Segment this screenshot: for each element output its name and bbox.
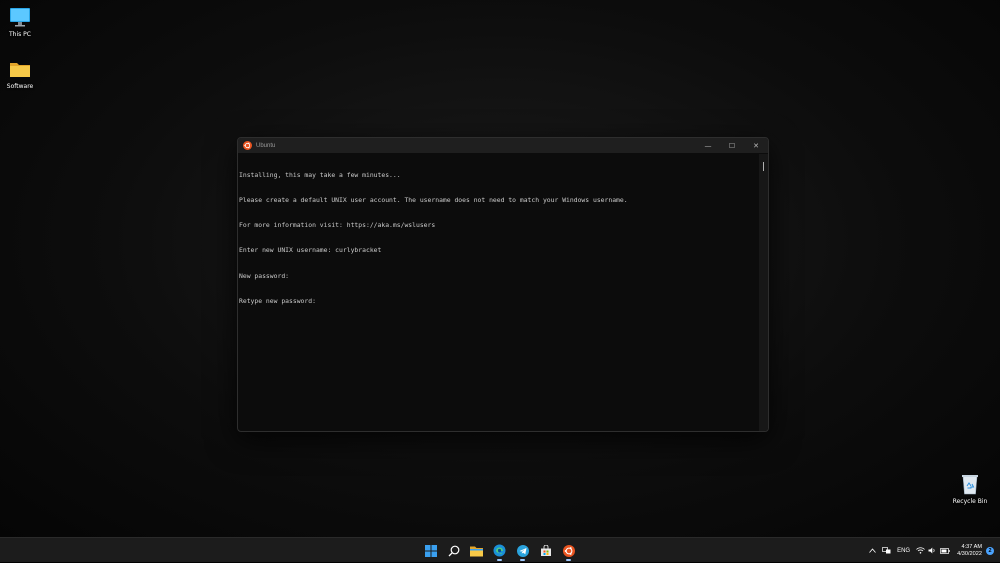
folder-icon xyxy=(10,63,30,77)
search-button[interactable] xyxy=(442,540,465,562)
scrollbar-thumb[interactable] xyxy=(763,162,764,171)
desktop-icon-software[interactable]: Software xyxy=(0,57,42,90)
terminal-line: Retype new password: xyxy=(239,296,316,305)
taskbar-apps xyxy=(419,538,580,563)
window-title: Ubuntu xyxy=(256,142,276,149)
desktop: This PC Software Recycle Bin Ubuntu — ☐ … xyxy=(0,0,1000,537)
ubuntu-icon xyxy=(562,544,575,557)
minimize-button[interactable]: — xyxy=(696,138,720,153)
store-icon xyxy=(540,544,551,556)
terminal-scrollbar[interactable] xyxy=(759,154,768,431)
desktop-icon-label: This PC xyxy=(9,31,31,38)
start-button[interactable] xyxy=(419,540,442,562)
edge-icon xyxy=(493,544,506,557)
language-indicator[interactable]: ENG xyxy=(897,548,910,554)
file-explorer-button[interactable] xyxy=(465,540,488,562)
wifi-icon xyxy=(916,547,925,554)
taskbar: ENG 4:37 AM 4/30/2022 2 xyxy=(0,537,1000,562)
maximize-button[interactable]: ☐ xyxy=(720,138,744,153)
tray-network-status[interactable] xyxy=(882,547,891,554)
desktop-icon-this-pc[interactable]: This PC xyxy=(0,5,42,38)
telegram-button[interactable] xyxy=(511,540,534,562)
recycle-bin-icon xyxy=(962,475,978,495)
notification-badge[interactable]: 2 xyxy=(986,546,994,555)
system-tray: ENG 4:37 AM 4/30/2022 2 xyxy=(866,538,994,563)
remote-display-icon xyxy=(882,547,891,554)
terminal-line: Please create a default UNIX user accoun… xyxy=(239,196,628,205)
window-titlebar[interactable]: Ubuntu — ☐ ✕ xyxy=(238,138,768,153)
edge-button[interactable] xyxy=(488,540,511,562)
terminal-output[interactable]: Installing, this may take a few minutes.… xyxy=(239,154,759,431)
search-icon xyxy=(448,545,459,556)
terminal-line: Installing, this may take a few minutes.… xyxy=(239,170,401,179)
desktop-icon-label: Software xyxy=(6,83,34,90)
terminal-line: New password: xyxy=(239,271,290,280)
desktop-icon-label: Recycle Bin xyxy=(952,498,988,505)
folder-icon xyxy=(470,546,483,556)
taskbar-clock[interactable]: 4:37 AM 4/30/2022 xyxy=(957,544,982,558)
terminal-line: Enter new UNIX username: curlybracket xyxy=(239,246,382,255)
terminal-line: For more information visit: https://aka.… xyxy=(239,221,436,230)
close-button[interactable]: ✕ xyxy=(744,138,768,153)
speaker-icon xyxy=(928,547,935,554)
ubuntu-terminal-window[interactable]: Ubuntu — ☐ ✕ Installing, this may take a… xyxy=(237,137,769,432)
ubuntu-taskbar-button[interactable] xyxy=(557,540,580,562)
quick-settings-button[interactable] xyxy=(916,547,950,554)
desktop-icon-recycle-bin[interactable]: Recycle Bin xyxy=(948,472,992,505)
ubuntu-icon xyxy=(243,141,252,150)
clock-date: 4/30/2022 xyxy=(957,550,982,557)
telegram-icon xyxy=(516,544,529,557)
monitor-icon xyxy=(10,8,30,27)
clock-time: 4:37 AM xyxy=(961,543,982,550)
show-hidden-icons-button[interactable] xyxy=(869,548,876,553)
store-button[interactable] xyxy=(534,540,557,562)
chevron-up-icon xyxy=(869,548,876,553)
battery-icon xyxy=(940,547,950,554)
windows-start-icon xyxy=(424,544,437,557)
